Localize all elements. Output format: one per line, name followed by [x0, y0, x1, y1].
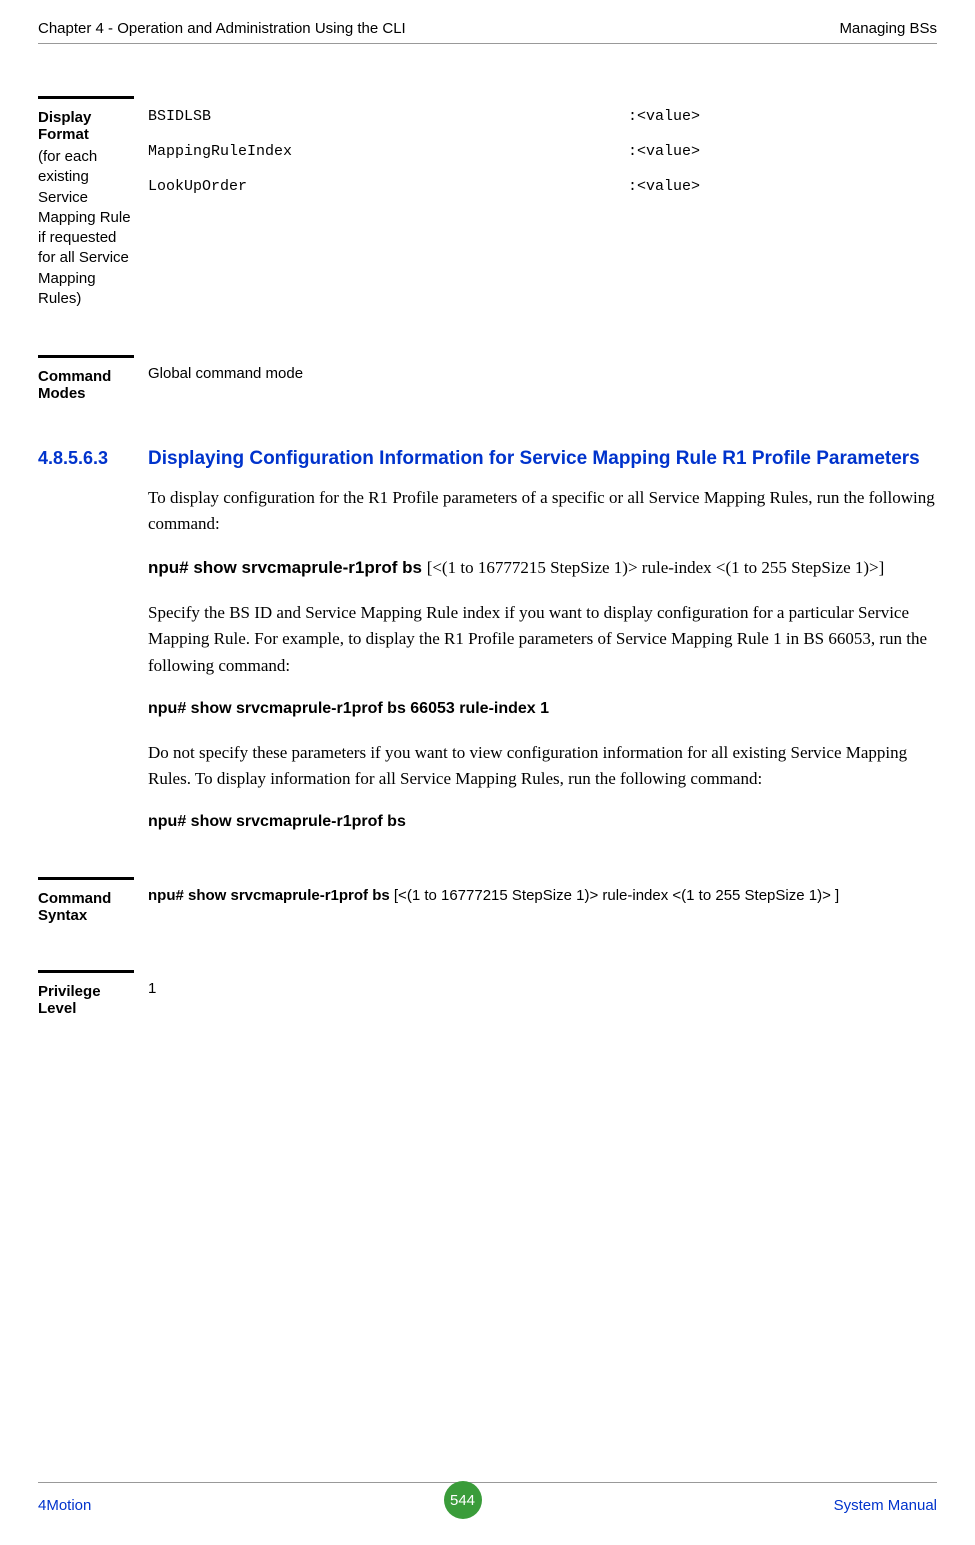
command-line: npu# show srvcmaprule-r1prof bs — [148, 810, 937, 835]
command-syntax-rest: [<(1 to 16777215 StepSize 1)> rule-index… — [394, 887, 839, 904]
table-key: LookUpOrder — [148, 176, 628, 197]
display-format-block: Display Format (for each existing Servic… — [38, 96, 937, 309]
privilege-level-value: 1 — [148, 980, 156, 997]
footer-right: System Manual — [834, 1497, 937, 1514]
table-key: BSIDLSB — [148, 106, 628, 127]
footer-left: 4Motion — [38, 1497, 91, 1514]
command-syntax-block: Command Syntax npu# show srvcmaprule-r1p… — [38, 877, 937, 924]
command-modes-value: Global command mode — [148, 365, 303, 382]
command-modes-label-col: Command Modes — [38, 355, 134, 402]
table-val: :<value> — [628, 141, 700, 162]
command-syntax-content: npu# show srvcmaprule-r1prof bs [<(1 to … — [134, 877, 937, 924]
page-footer: 4Motion 544 System Manual — [38, 1482, 937, 1519]
paragraph: To display configuration for the R1 Prof… — [148, 485, 937, 538]
section-number: 4.8.5.6.3 — [38, 448, 148, 471]
privilege-level-content: 1 — [134, 970, 937, 1017]
header-left: Chapter 4 - Operation and Administration… — [38, 20, 406, 37]
table-key: MappingRuleIndex — [148, 141, 628, 162]
page-number-badge: 544 — [444, 1481, 482, 1519]
privilege-level-label: Privilege Level — [38, 983, 134, 1017]
command-rest: [<(1 to 16777215 StepSize 1)> rule-index… — [427, 558, 885, 577]
command-line: npu# show srvcmaprule-r1prof bs 66053 ru… — [148, 697, 937, 722]
page-header: Chapter 4 - Operation and Administration… — [38, 20, 937, 44]
section-body: To display configuration for the R1 Prof… — [148, 485, 937, 835]
display-format-content: BSIDLSB :<value> MappingRuleIndex :<valu… — [134, 96, 937, 309]
table-val: :<value> — [628, 176, 700, 197]
command-syntax-label-col: Command Syntax — [38, 877, 134, 924]
privilege-level-block: Privilege Level 1 — [38, 970, 937, 1017]
table-row: LookUpOrder :<value> — [148, 176, 937, 197]
command-modes-label: Command Modes — [38, 368, 134, 402]
section-heading: 4.8.5.6.3 Displaying Configuration Infor… — [38, 448, 937, 471]
display-format-note: (for each existing Service Mapping Rule … — [38, 147, 134, 309]
display-format-label-col: Display Format (for each existing Servic… — [38, 96, 134, 309]
display-format-label: Display Format — [38, 109, 134, 143]
paragraph: Specify the BS ID and Service Mapping Ru… — [148, 600, 937, 679]
command-modes-block: Command Modes Global command mode — [38, 355, 937, 402]
table-row: MappingRuleIndex :<value> — [148, 141, 937, 162]
header-right: Managing BSs — [839, 20, 937, 37]
paragraph: Do not specify these parameters if you w… — [148, 740, 937, 793]
table-row: BSIDLSB :<value> — [148, 106, 937, 127]
section-title: Displaying Configuration Information for… — [148, 448, 920, 471]
command-syntax-label: Command Syntax — [38, 890, 134, 924]
command-modes-content: Global command mode — [134, 355, 937, 402]
command-syntax-bold: npu# show srvcmaprule-r1prof bs — [148, 887, 394, 904]
display-format-table: BSIDLSB :<value> MappingRuleIndex :<valu… — [148, 106, 937, 197]
page-number: 544 — [450, 1492, 475, 1509]
command-bold: npu# show srvcmaprule-r1prof bs — [148, 558, 427, 577]
command-line: npu# show srvcmaprule-r1prof bs [<(1 to … — [148, 555, 937, 581]
table-val: :<value> — [628, 106, 700, 127]
privilege-level-label-col: Privilege Level — [38, 970, 134, 1017]
